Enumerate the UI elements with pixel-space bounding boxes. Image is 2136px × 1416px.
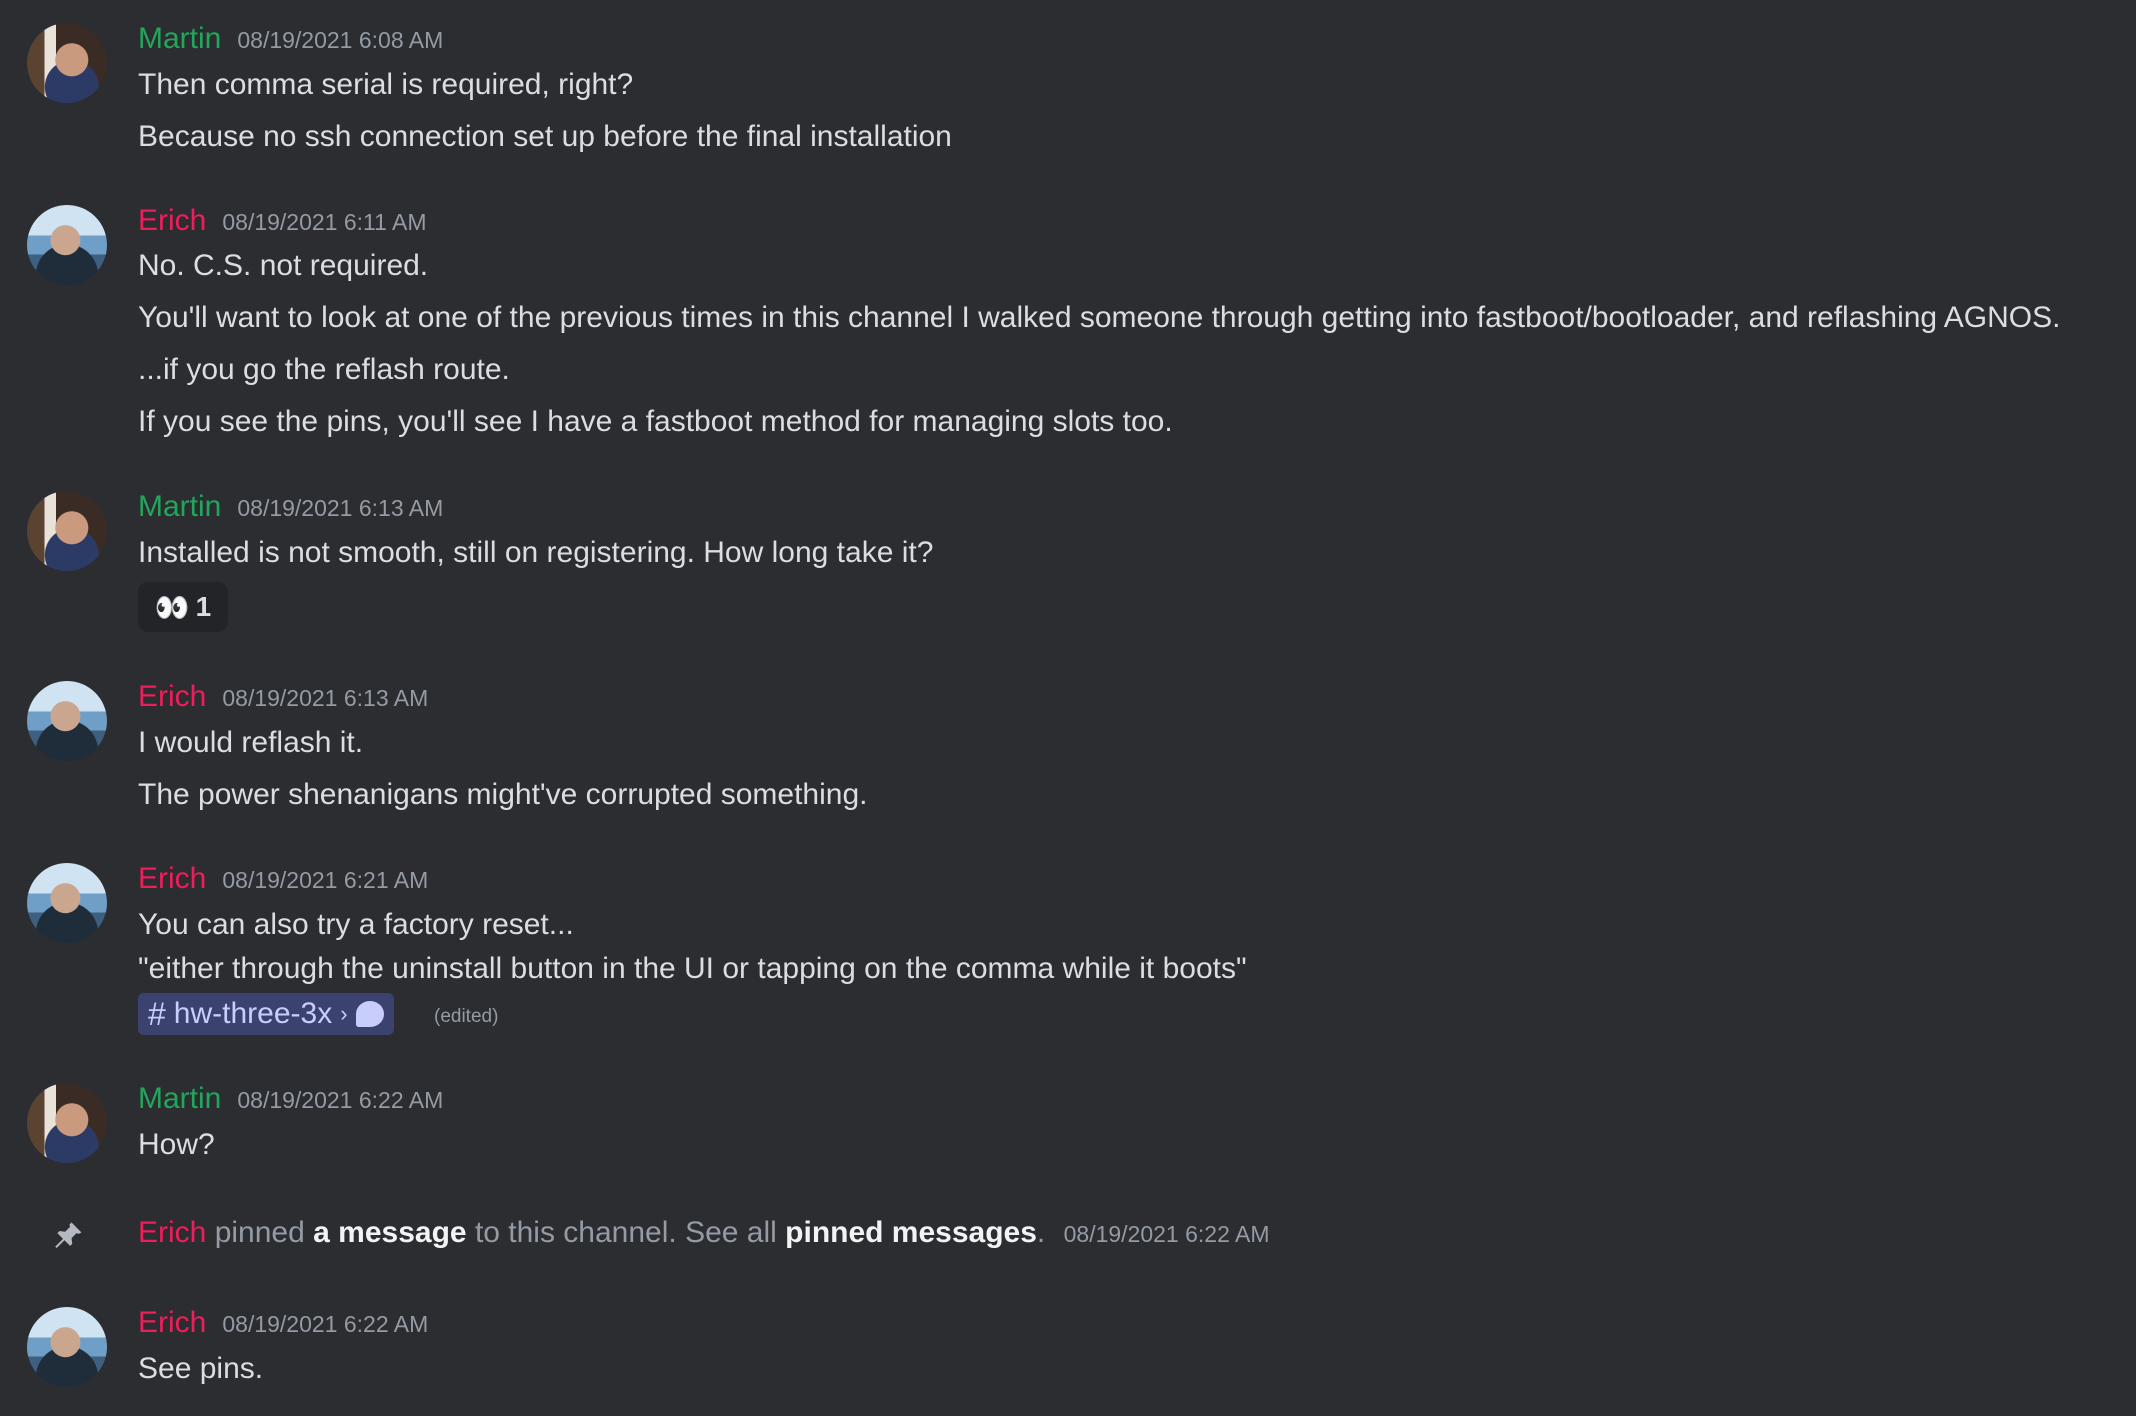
timestamp[interactable]: 08/19/2021 6:22 AM: [1064, 1221, 1270, 1247]
timestamp[interactable]: 08/19/2021 6:13 AM: [222, 685, 428, 712]
edited-label: (edited): [434, 1006, 499, 1027]
avatar-martin[interactable]: [27, 23, 107, 103]
message-text: I would reflash it.: [138, 726, 364, 759]
message-text: You can also try a factory reset...: [138, 908, 574, 941]
avatar-erich[interactable]: [27, 205, 107, 285]
pin-author[interactable]: Erich: [138, 1216, 206, 1249]
message-text: ...if you go the reflash route.: [138, 353, 510, 386]
message-header: Erich 08/19/2021 6:13 AM: [138, 680, 428, 714]
pin-text-period: .: [1036, 1216, 1046, 1249]
timestamp[interactable]: 08/19/2021 6:22 AM: [222, 1311, 428, 1338]
timestamp[interactable]: 08/19/2021 6:13 AM: [237, 495, 443, 522]
author-name[interactable]: Martin: [138, 1082, 221, 1116]
avatar-erich[interactable]: [27, 863, 107, 943]
pin-notice: Erich pinned a message to this channel. …: [138, 1216, 1270, 1250]
message-text: No. C.S. not required.: [138, 249, 429, 282]
pinned-messages-link[interactable]: pinned messages: [785, 1216, 1037, 1249]
message-text: Because no ssh connection set up before …: [138, 120, 952, 153]
avatar-martin[interactable]: [27, 491, 107, 571]
author-name[interactable]: Martin: [138, 22, 221, 56]
reaction-count: 1: [195, 591, 212, 622]
timestamp[interactable]: 08/19/2021 6:08 AM: [237, 27, 443, 54]
message-header: Erich 08/19/2021 6:21 AM: [138, 862, 428, 896]
message-text: You'll want to look at one of the previo…: [138, 301, 2061, 334]
message-header: Martin 08/19/2021 6:22 AM: [138, 1082, 443, 1116]
timestamp[interactable]: 08/19/2021 6:21 AM: [222, 867, 428, 894]
message-text: "either through the uninstall button in …: [138, 952, 1247, 985]
reaction-eyes[interactable]: 👀 1: [138, 582, 228, 632]
chat-message-list: Martin 08/19/2021 6:08 AM Then comma ser…: [0, 0, 2136, 1416]
channel-hash-icon: #: [148, 995, 166, 1032]
message-header: Erich 08/19/2021 6:22 AM: [138, 1306, 428, 1340]
pin-text: to this channel. See all: [474, 1216, 777, 1249]
message-text: How?: [138, 1128, 215, 1161]
message-text: Installed is not smooth, still on regist…: [138, 536, 934, 569]
avatar-erich[interactable]: [27, 1307, 107, 1387]
message-text: Then comma serial is required, right?: [138, 68, 634, 101]
timestamp[interactable]: 08/19/2021 6:11 AM: [222, 209, 426, 236]
message-header: Martin 08/19/2021 6:08 AM: [138, 22, 443, 56]
message-text: If you see the pins, you'll see I have a…: [138, 405, 1173, 438]
avatar-martin[interactable]: [27, 1083, 107, 1163]
author-name[interactable]: Martin: [138, 490, 221, 524]
pinned-message-link[interactable]: a message: [313, 1216, 466, 1249]
pin-icon: [50, 1218, 86, 1254]
author-name[interactable]: Erich: [138, 862, 206, 896]
message-text: See pins.: [138, 1352, 264, 1385]
pin-text: pinned: [214, 1216, 305, 1249]
timestamp[interactable]: 08/19/2021 6:22 AM: [237, 1087, 443, 1114]
chevron-right-icon: ›: [340, 1001, 348, 1026]
channel-link-name: hw-three-3x: [173, 997, 333, 1030]
author-name[interactable]: Erich: [138, 680, 206, 714]
author-name[interactable]: Erich: [138, 1306, 206, 1340]
message-header: Martin 08/19/2021 6:13 AM: [138, 490, 443, 524]
message-text: The power shenanigans might've corrupted…: [138, 778, 868, 811]
message-header: Erich 08/19/2021 6:11 AM: [138, 204, 427, 238]
author-name[interactable]: Erich: [138, 204, 206, 238]
avatar-erich[interactable]: [27, 681, 107, 761]
channel-link[interactable]: # hw-three-3x ›: [138, 993, 394, 1035]
thread-bubble-icon: [355, 1001, 384, 1027]
eyes-emoji-icon: 👀: [154, 591, 190, 623]
